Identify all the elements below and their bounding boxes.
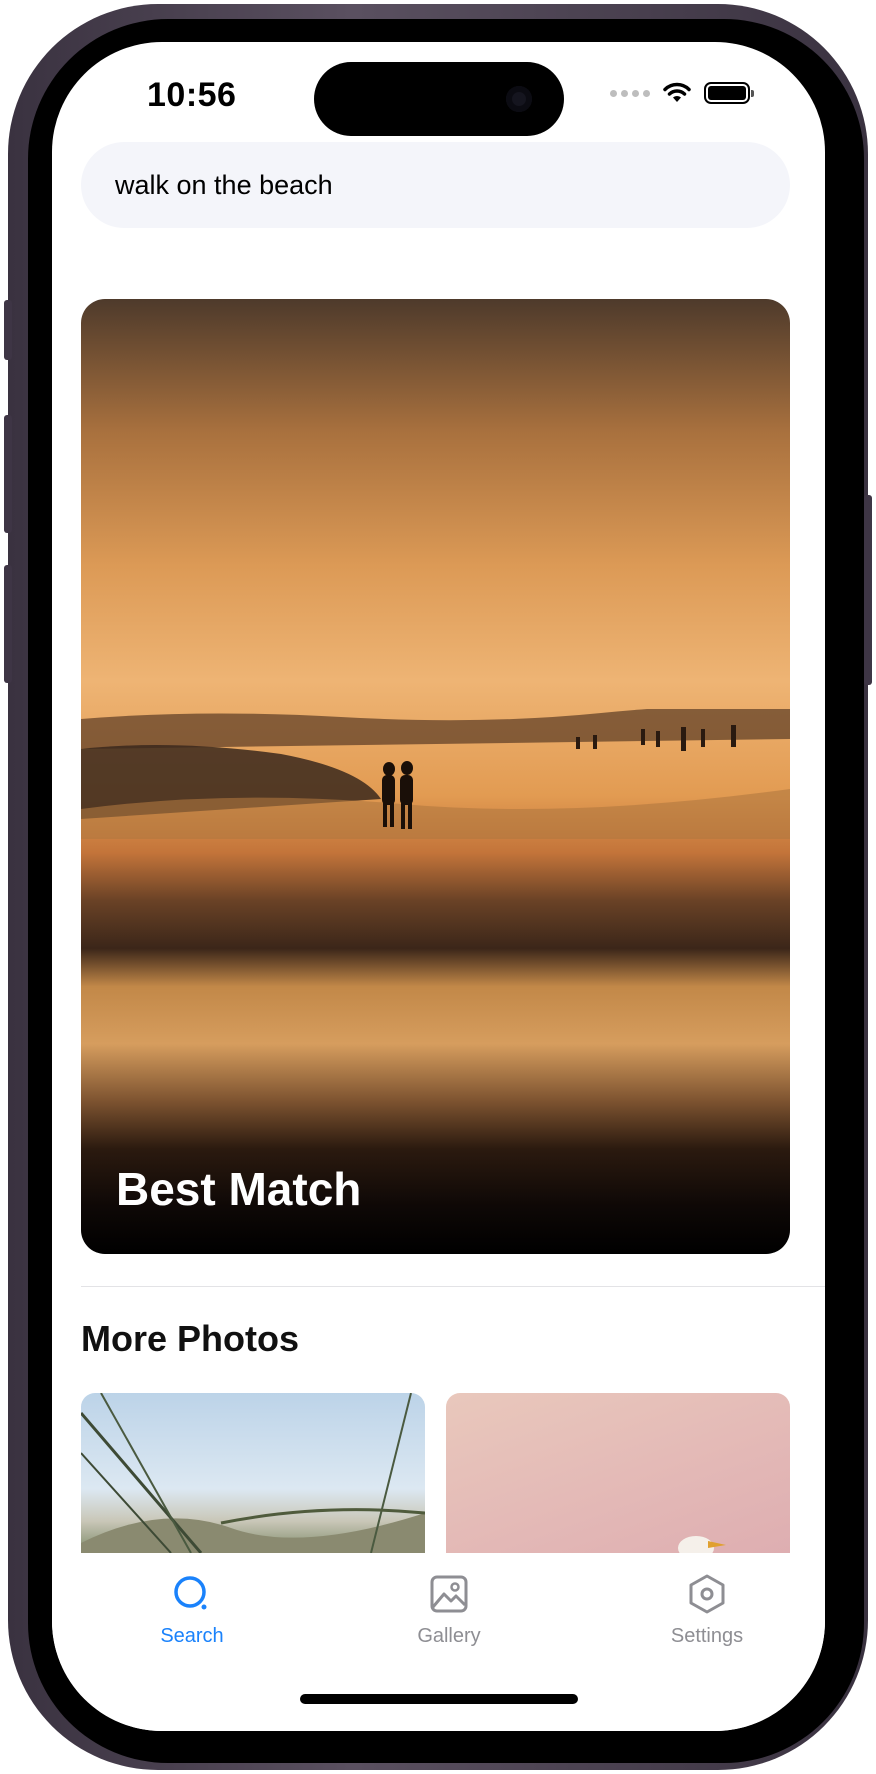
dynamic-island xyxy=(314,62,564,136)
action-button xyxy=(4,300,12,360)
search-input[interactable] xyxy=(113,168,757,202)
battery-icon xyxy=(704,82,754,104)
status-icons xyxy=(610,82,754,104)
photo-thumbnail[interactable] xyxy=(446,1393,790,1553)
side-button xyxy=(864,495,872,685)
volume-down-button xyxy=(4,565,12,683)
screen: 10:56 walk on the beach Best Match More … xyxy=(52,42,825,1731)
volume-up-button xyxy=(4,415,12,533)
cellular-signal-icon xyxy=(610,89,650,97)
tab-settings-label: Settings xyxy=(670,1625,744,1647)
search-icon xyxy=(174,1576,207,1610)
section-divider xyxy=(81,1286,825,1287)
settings-icon xyxy=(689,1574,725,1614)
tab-gallery-label: Gallery xyxy=(417,1625,481,1647)
best-match-card[interactable]: Best Match xyxy=(81,299,790,1254)
wifi-icon xyxy=(663,82,691,102)
tab-bar: Search Gallery Settings xyxy=(52,1554,825,1731)
more-photos-title: More Photos xyxy=(81,1318,300,1359)
home-indicator[interactable] xyxy=(300,1694,578,1704)
photo-thumbnail[interactable] xyxy=(81,1393,425,1553)
beach-photo-detail xyxy=(81,709,790,839)
gallery-icon xyxy=(430,1575,468,1613)
seagull-photo-detail xyxy=(678,1536,726,1553)
tab-search-label: Search xyxy=(160,1625,224,1647)
grass-photo-detail xyxy=(81,1393,425,1553)
tab-settings[interactable]: Settings xyxy=(632,1574,782,1648)
status-time: 10:56 xyxy=(147,76,237,114)
tab-gallery[interactable]: Gallery xyxy=(374,1574,524,1648)
front-camera xyxy=(506,86,532,112)
search-bar[interactable] xyxy=(81,142,790,228)
tab-search[interactable]: Search xyxy=(117,1574,267,1648)
best-match-label: Best Match xyxy=(116,1163,362,1215)
